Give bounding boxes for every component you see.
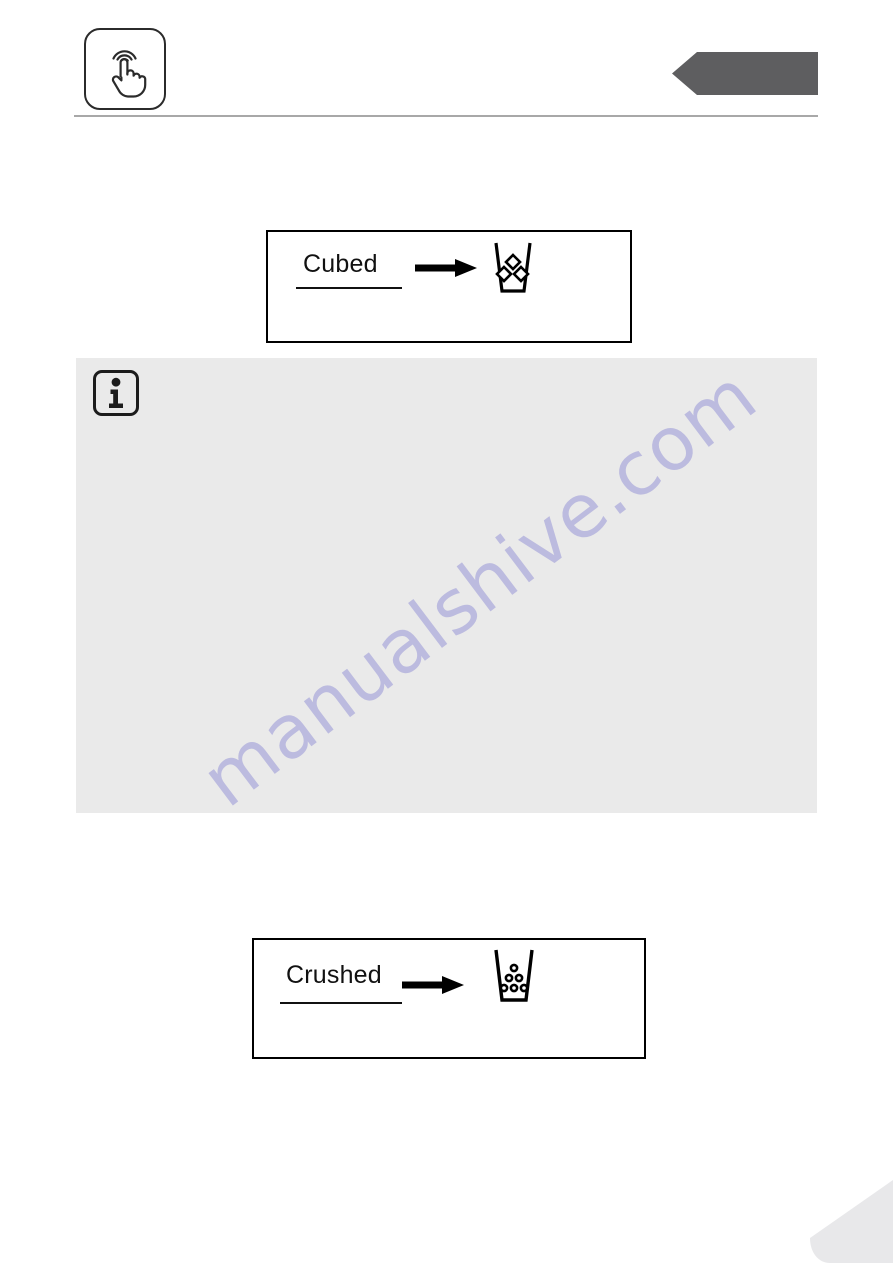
- right-arrow-icon: [415, 259, 477, 277]
- figure-label-underline: [296, 287, 402, 289]
- figure-label-cubed: Cubed: [303, 250, 378, 278]
- information-panel: [76, 358, 817, 813]
- glass-cubed-ice-icon: [488, 239, 538, 299]
- figure-label-crushed: Crushed: [286, 961, 382, 989]
- header-divider: [74, 115, 818, 117]
- right-arrow-icon: [402, 976, 464, 994]
- touch-gesture-icon: [97, 40, 153, 98]
- glass-crushed-ice-icon: [488, 946, 540, 1008]
- figure-box-crushed: Crushed: [252, 938, 646, 1059]
- document-page: Cubed manualshive.com Crushed: [0, 0, 893, 1263]
- figure-box-cubed: Cubed: [266, 230, 632, 343]
- information-icon: [93, 370, 139, 416]
- page-corner-fold: [810, 1180, 893, 1263]
- touch-gesture-badge: [84, 28, 166, 110]
- figure-label-underline: [280, 1002, 402, 1004]
- section-arrow-tab: [672, 52, 818, 95]
- information-panel-text: [93, 434, 793, 797]
